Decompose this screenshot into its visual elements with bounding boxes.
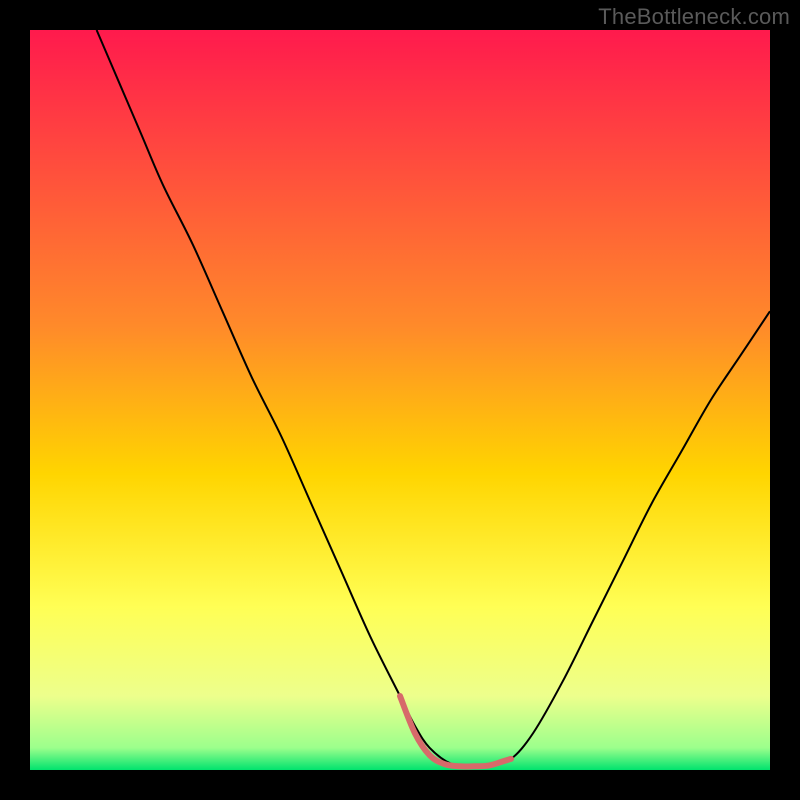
gradient-background — [30, 30, 770, 770]
plot-area — [30, 30, 770, 770]
chart-frame: TheBottleneck.com — [0, 0, 800, 800]
bottleneck-chart — [30, 30, 770, 770]
watermark-text: TheBottleneck.com — [598, 4, 790, 30]
